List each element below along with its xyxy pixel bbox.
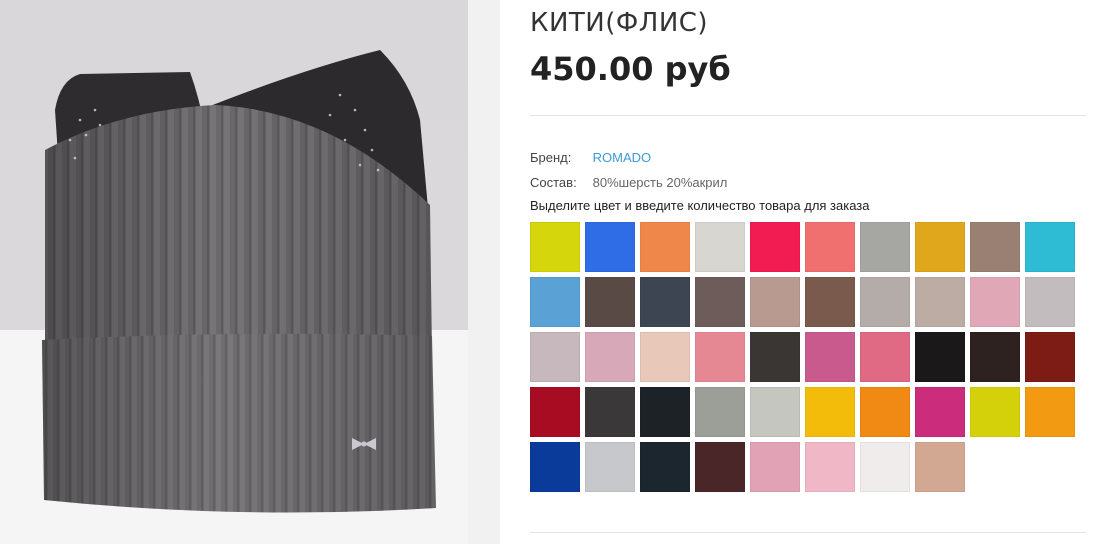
color-swatch[interactable] xyxy=(530,387,580,437)
color-swatch[interactable] xyxy=(640,442,690,492)
color-swatch[interactable] xyxy=(805,222,855,272)
color-swatch[interactable] xyxy=(585,332,635,382)
composition-label: Состав: xyxy=(530,175,577,190)
color-swatch[interactable] xyxy=(860,277,910,327)
color-swatch[interactable] xyxy=(530,332,580,382)
color-swatch[interactable] xyxy=(530,442,580,492)
product-price: 450.00 руб xyxy=(530,50,731,88)
color-swatch[interactable] xyxy=(750,222,800,272)
product-title: КИТИ(ФЛИС) xyxy=(530,8,709,38)
color-swatch[interactable] xyxy=(695,387,745,437)
color-swatch[interactable] xyxy=(915,442,965,492)
color-swatch[interactable] xyxy=(860,222,910,272)
color-swatch[interactable] xyxy=(750,277,800,327)
color-swatch[interactable] xyxy=(750,332,800,382)
color-swatch[interactable] xyxy=(750,442,800,492)
color-swatch[interactable] xyxy=(640,387,690,437)
color-swatch[interactable] xyxy=(695,222,745,272)
color-swatch[interactable] xyxy=(915,387,965,437)
color-swatch[interactable] xyxy=(585,222,635,272)
color-swatch[interactable] xyxy=(860,442,910,492)
color-swatch[interactable] xyxy=(530,222,580,272)
product-image-panel xyxy=(0,0,500,544)
hat-illustration xyxy=(0,50,468,544)
color-swatch[interactable] xyxy=(970,387,1020,437)
divider xyxy=(530,532,1086,533)
color-swatch[interactable] xyxy=(860,332,910,382)
product-photo[interactable] xyxy=(0,0,468,544)
color-swatch[interactable] xyxy=(915,277,965,327)
color-swatch[interactable] xyxy=(915,222,965,272)
composition-value: 80%шерсть 20%акрил xyxy=(592,175,728,190)
product-info: КИТИ(ФЛИС) 450.00 руб Бренд: ROMADO Сост… xyxy=(530,0,1086,544)
color-swatch[interactable] xyxy=(1025,277,1075,327)
color-swatch[interactable] xyxy=(585,277,635,327)
color-swatch[interactable] xyxy=(970,332,1020,382)
color-swatch[interactable] xyxy=(915,332,965,382)
color-instruction: Выделите цвет и введите количество товар… xyxy=(530,198,870,213)
color-swatch[interactable] xyxy=(695,277,745,327)
color-swatch[interactable] xyxy=(805,387,855,437)
brand-row: Бренд: ROMADO xyxy=(530,150,651,165)
color-swatch[interactable] xyxy=(970,277,1020,327)
color-swatch[interactable] xyxy=(1025,332,1075,382)
composition-row: Состав: 80%шерсть 20%акрил xyxy=(530,175,727,190)
color-swatch[interactable] xyxy=(750,387,800,437)
color-swatch[interactable] xyxy=(970,222,1020,272)
color-swatch[interactable] xyxy=(805,332,855,382)
brand-link[interactable]: ROMADO xyxy=(593,150,652,165)
color-swatch[interactable] xyxy=(640,332,690,382)
divider xyxy=(530,115,1086,116)
color-swatch[interactable] xyxy=(1025,387,1075,437)
brand-label: Бренд: xyxy=(530,150,572,165)
color-swatch[interactable] xyxy=(805,442,855,492)
color-swatch[interactable] xyxy=(585,442,635,492)
color-swatch[interactable] xyxy=(530,277,580,327)
color-swatch[interactable] xyxy=(860,387,910,437)
color-swatch[interactable] xyxy=(695,332,745,382)
color-swatch[interactable] xyxy=(640,222,690,272)
color-swatch[interactable] xyxy=(805,277,855,327)
color-swatch-grid xyxy=(530,222,1076,492)
color-swatch[interactable] xyxy=(695,442,745,492)
color-swatch[interactable] xyxy=(640,277,690,327)
color-swatch[interactable] xyxy=(585,387,635,437)
color-swatch[interactable] xyxy=(1025,222,1075,272)
